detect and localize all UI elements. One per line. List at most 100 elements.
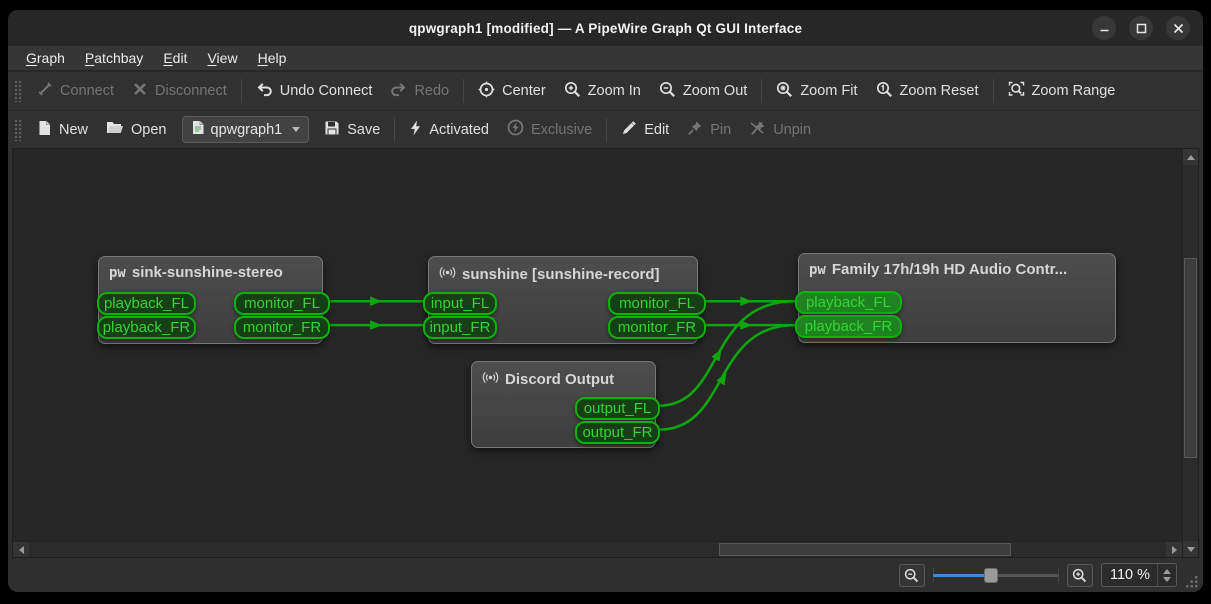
vertical-scrollbar[interactable] xyxy=(1182,149,1198,557)
port-monitor-fr[interactable]: monitor_FR xyxy=(608,316,706,339)
edit-icon xyxy=(621,120,637,140)
zoom-fit-button[interactable]: Zoom Fit xyxy=(767,75,866,108)
menu-graph[interactable]: Graph xyxy=(16,47,75,69)
title-bar[interactable]: qpwgraph1 [modified] — A PipeWire Graph … xyxy=(8,10,1203,46)
connection-arrow-icon xyxy=(740,320,752,330)
zoom-in-icon xyxy=(564,81,581,102)
zoom-in-small-button[interactable] xyxy=(1067,564,1093,587)
connect-button[interactable]: Connect xyxy=(28,75,123,107)
zoom-out-icon xyxy=(659,81,676,102)
unpin-button[interactable]: Unpin xyxy=(740,114,820,146)
status-bar: 110 % xyxy=(8,558,1203,592)
zoom-out-button[interactable]: Zoom Out xyxy=(650,75,756,108)
broadcast-icon xyxy=(439,264,456,285)
zoom-reset-button[interactable]: Zoom Reset xyxy=(867,75,988,108)
spin-down-button[interactable] xyxy=(1163,577,1171,582)
vertical-scroll-thumb[interactable] xyxy=(1184,258,1197,458)
menu-view[interactable]: View xyxy=(197,47,247,69)
window-title: qpwgraph1 [modified] — A PipeWire Graph … xyxy=(8,21,1203,36)
scroll-left-button[interactable] xyxy=(13,542,29,558)
zoom-in-button[interactable]: Zoom In xyxy=(555,75,650,108)
minimize-icon xyxy=(1099,23,1110,34)
close-icon xyxy=(1173,23,1184,34)
menu-bar: Graph Patchbay Edit View Help xyxy=(8,46,1203,72)
connection-arrow-icon xyxy=(370,296,382,306)
zoom-out-small-button[interactable] xyxy=(899,564,925,587)
redo-button[interactable]: Redo xyxy=(381,75,458,107)
port-output-fr[interactable]: output_FR xyxy=(575,421,660,444)
scroll-down-button[interactable] xyxy=(1183,541,1199,557)
connection-arrow-icon xyxy=(370,320,382,330)
port-input-fr[interactable]: input_FR xyxy=(423,316,497,339)
undo-connect-button[interactable]: Undo Connect xyxy=(247,75,382,107)
zoom-out-icon xyxy=(904,568,919,583)
maximize-icon xyxy=(1136,23,1147,34)
exclusive-icon xyxy=(507,119,524,140)
graph-canvas[interactable]: pw sink-sunshine-stereo playback_FL play… xyxy=(12,148,1199,558)
port-output-fl[interactable]: output_FL xyxy=(575,397,660,420)
triangle-up-icon xyxy=(1187,155,1195,160)
zoom-reset-icon xyxy=(876,81,893,102)
open-button[interactable]: Open xyxy=(97,114,175,145)
zoom-fit-icon xyxy=(776,81,793,102)
new-button[interactable]: New xyxy=(28,114,97,146)
node-sink-sunshine-stereo[interactable]: pw sink-sunshine-stereo playback_FL play… xyxy=(98,256,323,344)
save-button[interactable]: Save xyxy=(315,114,389,146)
node-sunshine[interactable]: sunshine [sunshine-record] input_FL inpu… xyxy=(428,256,698,344)
node-title: pw sink-sunshine-stereo xyxy=(99,257,322,285)
port-playback-fl[interactable]: playback_FL xyxy=(97,292,196,315)
toolbar-drag-handle[interactable] xyxy=(14,80,22,102)
resize-grip[interactable] xyxy=(1185,575,1198,588)
activated-button[interactable]: Activated xyxy=(400,114,498,146)
node-title: Discord Output xyxy=(472,362,655,394)
horizontal-scroll-thumb[interactable] xyxy=(719,543,1011,556)
close-button[interactable] xyxy=(1166,16,1190,40)
new-file-icon xyxy=(37,120,52,140)
center-button[interactable]: Center xyxy=(469,75,555,108)
patchbay-profile-combo[interactable]: qpwgraph1 xyxy=(182,116,310,143)
menu-patchbay[interactable]: Patchbay xyxy=(75,47,153,69)
triangle-left-icon xyxy=(19,546,24,554)
zoom-slider[interactable] xyxy=(933,566,1059,584)
slider-handle[interactable] xyxy=(984,568,998,583)
toolbar-separator xyxy=(394,118,395,142)
pin-button[interactable]: Pin xyxy=(678,114,740,146)
zoom-range-icon xyxy=(1008,81,1025,102)
edit-button[interactable]: Edit xyxy=(612,114,678,146)
toolbar-separator xyxy=(761,79,762,103)
port-monitor-fl[interactable]: monitor_FL xyxy=(234,292,330,315)
open-folder-icon xyxy=(106,120,124,139)
port-monitor-fl[interactable]: monitor_FL xyxy=(608,292,706,315)
port-input-fl[interactable]: input_FL xyxy=(423,292,497,315)
disconnect-button[interactable]: Disconnect xyxy=(123,75,236,107)
minimize-button[interactable] xyxy=(1092,16,1116,40)
save-icon xyxy=(324,120,340,140)
toolbar-separator xyxy=(993,79,994,103)
zoom-range-button[interactable]: Zoom Range xyxy=(999,75,1125,108)
exclusive-button[interactable]: Exclusive xyxy=(498,113,601,146)
port-playback-fr[interactable]: playback_FR xyxy=(795,315,902,338)
scroll-up-button[interactable] xyxy=(1183,149,1199,165)
menu-help[interactable]: Help xyxy=(248,47,297,69)
node-family-hd-audio[interactable]: pw Family 17h/19h HD Audio Contr... play… xyxy=(798,253,1116,343)
toolbar-main: Connect Disconnect Undo Connect Redo Cen… xyxy=(8,72,1203,110)
connection-layer xyxy=(13,149,1198,557)
node-discord-output[interactable]: Discord Output output_FL output_FR xyxy=(471,361,656,448)
port-playback-fr[interactable]: playback_FR xyxy=(97,316,196,339)
scroll-right-button[interactable] xyxy=(1166,542,1182,558)
horizontal-scrollbar[interactable] xyxy=(13,541,1182,557)
zoom-value: 110 % xyxy=(1110,567,1150,583)
zoom-spinbox[interactable]: 110 % xyxy=(1101,563,1177,587)
center-icon xyxy=(478,81,495,102)
toolbar-drag-handle[interactable] xyxy=(14,119,22,141)
slider-fill xyxy=(933,574,991,577)
connection-arrow-icon xyxy=(740,296,752,306)
port-monitor-fr[interactable]: monitor_FR xyxy=(234,316,330,339)
maximize-button[interactable] xyxy=(1129,16,1153,40)
chevron-down-icon xyxy=(292,127,300,132)
menu-edit[interactable]: Edit xyxy=(153,47,197,69)
patchbay-file-icon xyxy=(191,120,205,139)
spin-up-button[interactable] xyxy=(1163,569,1171,574)
triangle-right-icon xyxy=(1172,546,1177,554)
port-playback-fl[interactable]: playback_FL xyxy=(795,291,902,314)
